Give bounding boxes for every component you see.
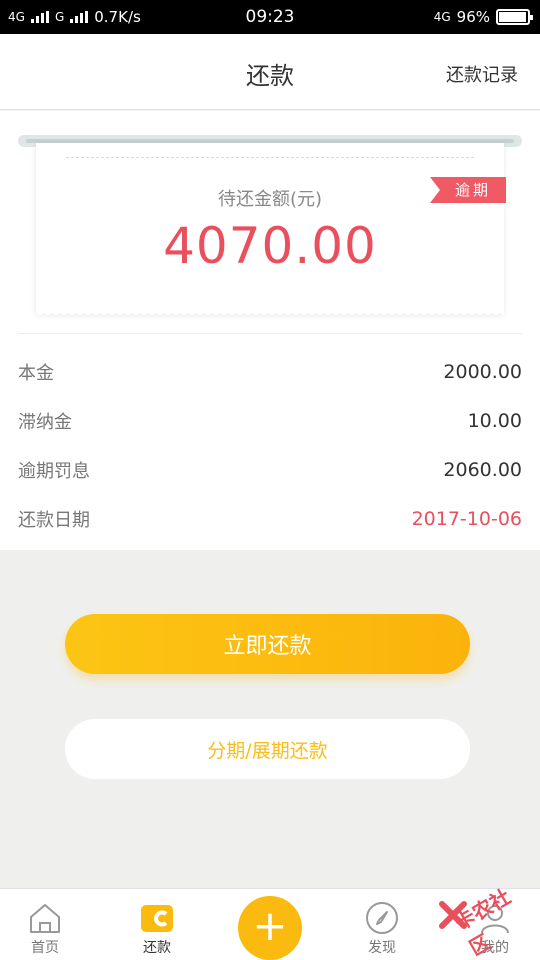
battery-percent: 96% [456, 8, 490, 26]
installment-button[interactable]: 分期/展期还款 [65, 719, 470, 779]
detail-row-due-date: 还款日期 2017-10-06 [18, 494, 522, 543]
ticket-dash-line [66, 157, 474, 158]
detail-key: 滞纳金 [18, 411, 72, 433]
amount-due: 4070.00 [163, 217, 377, 275]
status-bar: 4G G 0.7K/s 09:23 4G 96% [0, 0, 540, 34]
tab-home-label: 首页 [31, 940, 59, 956]
app-header: 还款 还款记录 [0, 34, 540, 110]
detail-row-late-fee: 滞纳金 10.00 [18, 396, 522, 445]
bill-content: 逾期 待还金额(元) 4070.00 本金 2000.00 滞纳金 10.00 … [0, 111, 540, 550]
battery-fill [499, 12, 526, 22]
detail-key: 还款日期 [18, 509, 90, 531]
repayment-record-link[interactable]: 还款记录 [446, 61, 518, 87]
detail-value: 10.00 [467, 409, 522, 432]
detail-value: 2000.00 [443, 360, 522, 383]
divider [18, 333, 522, 334]
watermark: 卡农社区 [438, 872, 534, 960]
wallet-icon [141, 905, 173, 932]
detail-list: 本金 2000.00 滞纳金 10.00 逾期罚息 2060.00 还款日期 2… [18, 347, 522, 543]
detail-key: 本金 [18, 362, 54, 384]
tab-discover[interactable]: 发现 [337, 889, 427, 960]
battery-icon [496, 9, 533, 25]
add-button[interactable]: + [238, 896, 302, 960]
home-icon [30, 904, 60, 933]
amount-label: 待还金额(元) [217, 189, 323, 210]
status-right: 4G 96% [433, 8, 533, 26]
compass-icon [366, 902, 398, 934]
tab-discover-label: 发现 [368, 940, 396, 956]
network-type: 4G [433, 10, 451, 24]
detail-value: 2060.00 [443, 458, 522, 481]
ticket-zigzag-edge [36, 311, 504, 319]
tab-repay[interactable]: 还款 [112, 889, 202, 960]
tab-repay-label: 还款 [143, 940, 171, 956]
tab-home[interactable]: 首页 [0, 889, 90, 960]
detail-row-principal: 本金 2000.00 [18, 347, 522, 396]
detail-key: 逾期罚息 [18, 460, 90, 482]
detail-row-penalty-interest: 逾期罚息 2060.00 [18, 445, 522, 494]
bill-ticket: 逾期 待还金额(元) 4070.00 [36, 143, 506, 319]
pay-now-button[interactable]: 立即还款 [65, 614, 470, 674]
detail-value-due-date: 2017-10-06 [411, 507, 522, 530]
